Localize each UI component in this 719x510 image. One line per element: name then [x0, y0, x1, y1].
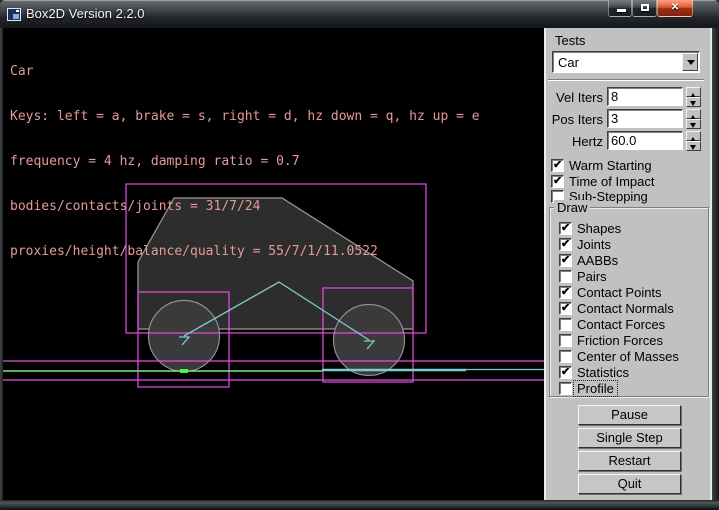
chevron-down-icon: [687, 60, 695, 69]
spin-up-button[interactable]: [686, 109, 701, 119]
checkbox-box[interactable]: [559, 382, 572, 395]
checkbox-box[interactable]: [551, 175, 564, 188]
minimize-button[interactable]: [608, 0, 632, 17]
restart-button[interactable]: Restart: [578, 451, 681, 471]
checkbox-label: Joints: [577, 237, 611, 252]
vel-iters-stepper[interactable]: [686, 87, 701, 107]
checkbox-label: Pairs: [577, 269, 607, 284]
checkbox-label: Contact Normals: [577, 301, 674, 316]
pos-iters-stepper[interactable]: [686, 109, 701, 129]
checkbox-label: Shapes: [577, 221, 621, 236]
single-step-button[interactable]: Single Step: [578, 428, 681, 448]
checkbox-box[interactable]: [559, 286, 572, 299]
dropdown-arrow-button[interactable]: [682, 53, 698, 71]
bodies-stats-line: bodies/contacts/joints = 31/7/24: [10, 199, 480, 214]
checkbox-label: Contact Forces: [577, 317, 665, 332]
checkbox-label: Contact Points: [577, 285, 662, 300]
checkbox-label: AABBs: [577, 253, 618, 268]
checkbox-box[interactable]: [559, 334, 572, 347]
vel-iters-input[interactable]: [607, 87, 683, 106]
arrow-down-icon: [690, 101, 696, 109]
draw-group-title: Draw: [554, 200, 590, 215]
checkbox-label: Statistics: [577, 365, 629, 380]
keys-help-line: Keys: left = a, brake = s, right = d, hz…: [10, 109, 480, 124]
contact-point: [180, 369, 188, 373]
checkbox-box[interactable]: [559, 254, 572, 267]
checkbox-box[interactable]: [559, 222, 572, 235]
test-title: Car: [10, 64, 480, 79]
checkbox-label: Center of Masses: [577, 349, 679, 364]
frequency-line: frequency = 4 hz, damping ratio = 0.7: [10, 154, 480, 169]
maximize-icon: [641, 4, 649, 11]
spin-down-button[interactable]: [686, 97, 701, 107]
checkbox-box[interactable]: [559, 238, 572, 251]
pos-iters-input[interactable]: [607, 109, 683, 128]
checkbox-box[interactable]: [559, 270, 572, 283]
window-border-bottom: [0, 500, 719, 510]
close-icon: ✕: [658, 2, 692, 13]
minimize-icon: [617, 9, 626, 12]
checkbox-box[interactable]: [559, 366, 572, 379]
checkbox-label: Warm Starting: [569, 158, 652, 173]
window-border-left: [0, 28, 3, 500]
titlebar[interactable]: Box2D Version 2.2.0 ✕: [0, 0, 719, 28]
proxies-stats-line: proxies/height/balance/quality = 55/7/1/…: [10, 244, 480, 259]
window-title: Box2D Version 2.2.0: [26, 6, 145, 21]
arrow-down-icon: [690, 123, 696, 131]
tests-dropdown[interactable]: Car: [552, 51, 700, 73]
checkbox-box[interactable]: [559, 318, 572, 331]
vel-iters-label: Vel Iters: [546, 90, 603, 105]
maximize-button[interactable]: [632, 0, 657, 17]
quit-button[interactable]: Quit: [578, 474, 681, 494]
checkbox-label: Friction Forces: [577, 333, 663, 348]
checkbox-box[interactable]: [551, 159, 564, 172]
pos-iters-label: Pos Iters: [546, 112, 603, 127]
hertz-input[interactable]: [607, 131, 683, 150]
hertz-label: Hertz: [546, 134, 603, 149]
checkbox-box[interactable]: [559, 350, 572, 363]
checkbox-label: Time of Impact: [569, 174, 654, 189]
checkbox-label: Profile: [574, 381, 617, 396]
window-border-right: [712, 28, 719, 500]
app-icon: [7, 8, 21, 21]
hertz-stepper[interactable]: [686, 131, 701, 151]
control-panel: Tests Car Vel Iters Pos Iters Hertz: [544, 28, 712, 500]
close-button[interactable]: ✕: [657, 0, 693, 17]
app-window: Box2D Version 2.2.0 ✕ Car Keys: left = a…: [0, 0, 719, 510]
spin-up-button[interactable]: [686, 87, 701, 97]
spin-down-button[interactable]: [686, 141, 701, 151]
separator: [548, 79, 704, 81]
spin-up-button[interactable]: [686, 131, 701, 141]
tests-dropdown-value: Car: [558, 55, 579, 70]
arrow-down-icon: [690, 145, 696, 153]
checkbox-box[interactable]: [559, 302, 572, 315]
simulation-canvas[interactable]: Car Keys: left = a, brake = s, right = d…: [3, 28, 544, 500]
tests-label: Tests: [555, 33, 585, 48]
spin-down-button[interactable]: [686, 119, 701, 129]
debug-stats: Car Keys: left = a, brake = s, right = d…: [10, 34, 480, 289]
pause-button[interactable]: Pause: [578, 405, 681, 425]
